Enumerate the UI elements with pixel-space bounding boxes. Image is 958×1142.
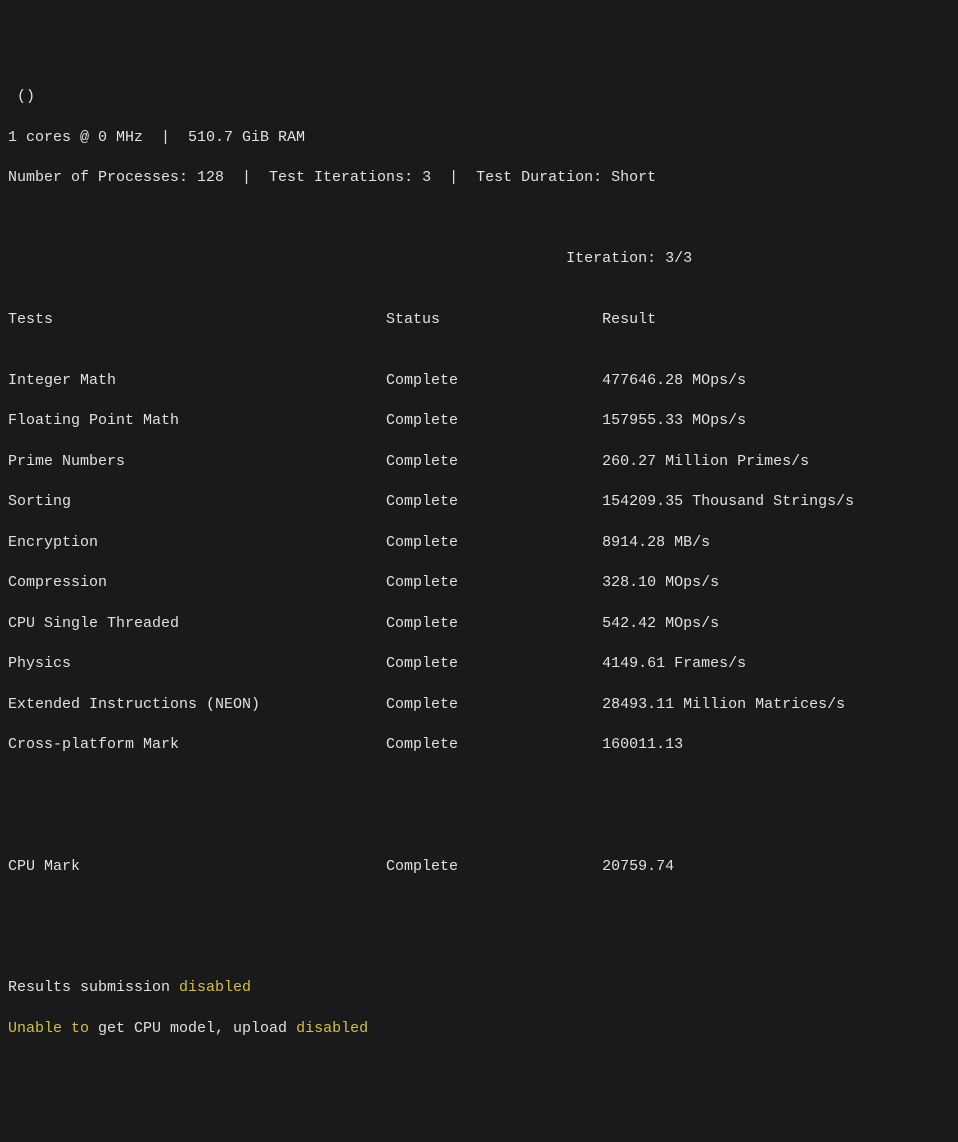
test-result: 260.27 Million Primes/s xyxy=(602,452,950,472)
test-result: 542.42 MOps/s xyxy=(602,614,950,634)
blank xyxy=(8,917,950,937)
upload-text: get CPU model, upload xyxy=(89,1020,296,1037)
test-name: Sorting xyxy=(8,492,386,512)
table-row: CPU Single ThreadedComplete542.42 MOps/s xyxy=(8,614,950,634)
table-row: Extended Instructions (NEON)Complete2849… xyxy=(8,695,950,715)
test-status: Complete xyxy=(386,371,602,391)
table-row: Prime NumbersComplete260.27 Million Prim… xyxy=(8,452,950,472)
sysinfo-cores-ram: 1 cores @ 0 MHz | 510.7 GiB RAM xyxy=(8,128,950,148)
iteration-counter: Iteration: 3/3 xyxy=(8,249,950,269)
table-row: Integer MathComplete477646.28 MOps/s xyxy=(8,371,950,391)
table-row: EncryptionComplete8914.28 MB/s xyxy=(8,533,950,553)
cpu-mark-label: CPU Mark xyxy=(8,857,386,877)
blank xyxy=(8,1079,950,1099)
test-status: Complete xyxy=(386,735,602,755)
col-tests-header: Tests xyxy=(8,310,386,330)
table-row: PhysicsComplete4149.61 Frames/s xyxy=(8,654,950,674)
test-result: 154209.35 Thousand Strings/s xyxy=(602,492,950,512)
cpu-mark-result: 20759.74 xyxy=(602,857,950,877)
sysinfo-config: Number of Processes: 128 | Test Iteratio… xyxy=(8,168,950,188)
test-name: Physics xyxy=(8,654,386,674)
disabled-flag: disabled xyxy=(296,1020,368,1037)
blank xyxy=(8,209,950,229)
table-row: Floating Point MathComplete157955.33 MOp… xyxy=(8,411,950,431)
cpu-mark-row: CPU Mark Complete 20759.74 xyxy=(8,857,950,877)
test-result: 477646.28 MOps/s xyxy=(602,371,950,391)
submission-text: Results submission xyxy=(8,979,179,996)
test-name: Compression xyxy=(8,573,386,593)
col-result-header: Result xyxy=(602,310,950,330)
test-name: Encryption xyxy=(8,533,386,553)
test-status: Complete xyxy=(386,533,602,553)
submission-status: Results submission disabled xyxy=(8,978,950,998)
col-status-header: Status xyxy=(386,310,602,330)
exit-hint: Use ESC or CTRL-C to exit xyxy=(8,1140,950,1142)
upload-status: Unable to get CPU model, upload disabled xyxy=(8,1019,950,1039)
test-status: Complete xyxy=(386,452,602,472)
test-result: 328.10 MOps/s xyxy=(602,573,950,593)
test-name: Extended Instructions (NEON) xyxy=(8,695,386,715)
test-status: Complete xyxy=(386,573,602,593)
test-name: CPU Single Threaded xyxy=(8,614,386,634)
test-status: Complete xyxy=(386,654,602,674)
test-result: 4149.61 Frames/s xyxy=(602,654,950,674)
test-status: Complete xyxy=(386,695,602,715)
test-name: Floating Point Math xyxy=(8,411,386,431)
test-status: Complete xyxy=(386,614,602,634)
test-status: Complete xyxy=(386,492,602,512)
cpu-mark-status: Complete xyxy=(386,857,602,877)
test-status: Complete xyxy=(386,411,602,431)
table-row: SortingComplete154209.35 Thousand String… xyxy=(8,492,950,512)
test-result: 28493.11 Million Matrices/s xyxy=(602,695,950,715)
test-result: 8914.28 MB/s xyxy=(602,533,950,553)
test-name: Cross-platform Mark xyxy=(8,735,386,755)
sysinfo-line0: () xyxy=(8,87,950,107)
test-result: 160011.13 xyxy=(602,735,950,755)
table-row: CompressionComplete328.10 MOps/s xyxy=(8,573,950,593)
unable-flag: Unable to xyxy=(8,1020,89,1037)
table-row: Cross-platform MarkComplete160011.13 xyxy=(8,735,950,755)
test-name: Integer Math xyxy=(8,371,386,391)
disabled-flag: disabled xyxy=(179,979,251,996)
test-name: Prime Numbers xyxy=(8,452,386,472)
table-header-row: Tests Status Result xyxy=(8,310,950,330)
test-result: 157955.33 MOps/s xyxy=(602,411,950,431)
blank xyxy=(8,796,950,816)
